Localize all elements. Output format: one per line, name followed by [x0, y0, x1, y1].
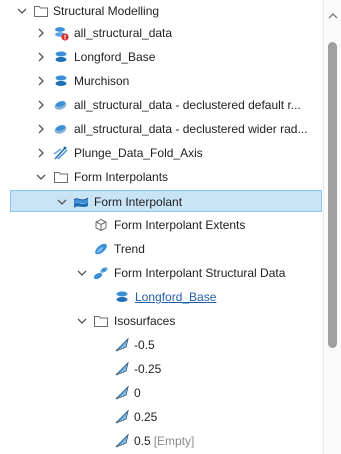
tree-node-declustered-default[interactable]: all_structural_data - declustered defaul…: [0, 94, 322, 116]
tree-node-structural-data[interactable]: Form Interpolant Structural Data: [0, 262, 322, 284]
declustered-data-icon: [53, 97, 69, 113]
tree-label: Form Interpolant Structural Data: [114, 266, 286, 280]
folder-icon: [93, 313, 109, 329]
tree-label: Form Interpolant Extents: [114, 218, 246, 232]
tree-node-plunge-data[interactable]: Plunge_Data_Fold_Axis: [0, 142, 322, 164]
tree-node-trend[interactable]: Trend: [0, 238, 322, 260]
chevron-down-icon[interactable]: [76, 267, 88, 279]
chevron-down-icon[interactable]: [16, 5, 28, 17]
structural-data-group-icon: [93, 265, 109, 281]
chevron-right-icon[interactable]: [35, 123, 47, 135]
isosurface-icon: [114, 385, 130, 401]
isosurface-icon: [114, 409, 130, 425]
trend-icon: [93, 241, 109, 257]
chevron-right-icon[interactable]: [35, 27, 47, 39]
tree-node-form-interpolant[interactable]: Form Interpolant: [10, 190, 322, 212]
vertical-scrollbar[interactable]: [323, 0, 341, 454]
extents-box-icon: [93, 217, 109, 233]
folder-icon: [33, 3, 49, 19]
tree-label: -0.25: [134, 362, 162, 376]
tree-node-isosurface[interactable]: -0.5: [0, 334, 322, 356]
tree-node-extents[interactable]: Form Interpolant Extents: [0, 214, 322, 236]
isosurface-value: 0.5: [134, 434, 151, 448]
tree-label: Murchison: [74, 74, 130, 88]
tree-node-isosurfaces[interactable]: Isosurfaces: [0, 310, 322, 332]
structural-data-icon: [114, 289, 130, 305]
tree-node-isosurface[interactable]: 0: [0, 382, 322, 404]
tree-label: -0.5: [134, 338, 155, 352]
tree-link-label[interactable]: Longford_Base: [135, 290, 216, 304]
tree-node-all-structural-data[interactable]: all_structural_data: [0, 22, 322, 44]
empty-tag: [Empty]: [153, 434, 195, 448]
structural-data-icon: [53, 49, 69, 65]
tree-label: 0.5 [Empty]: [134, 434, 194, 448]
scrollbar-thumb[interactable]: [328, 42, 337, 348]
tree-label: all_structural_data: [74, 26, 173, 40]
tree-node-isosurface[interactable]: 0.25: [0, 406, 322, 428]
lineation-data-icon: [53, 145, 69, 161]
structural-data-warning-icon: [53, 25, 69, 41]
chevron-right-icon[interactable]: [35, 75, 47, 87]
tree-label: Form Interpolants: [74, 170, 169, 184]
isosurface-icon: [114, 433, 130, 449]
chevron-down-icon[interactable]: [76, 315, 88, 327]
tree-label: Form Interpolant: [94, 195, 183, 209]
tree-label: Structural Modelling: [53, 4, 160, 18]
form-interpolant-icon: [73, 194, 89, 210]
tree-node-longford-base[interactable]: Longford_Base: [0, 46, 322, 68]
chevron-right-icon[interactable]: [35, 51, 47, 63]
tree-label: Isosurfaces: [114, 314, 176, 328]
tree-label: Plunge_Data_Fold_Axis: [74, 146, 203, 160]
tree-label: 0: [134, 386, 141, 400]
chevron-right-icon[interactable]: [35, 99, 47, 111]
tree-node-longford-base-link[interactable]: Longford_Base: [0, 286, 322, 308]
tree-node-murchison[interactable]: Murchison: [0, 70, 322, 92]
tree-node-isosurface[interactable]: -0.25: [0, 358, 322, 380]
tree-node-structural-modelling[interactable]: Structural Modelling: [0, 0, 322, 22]
structural-data-icon: [53, 73, 69, 89]
isosurface-icon: [114, 361, 130, 377]
declustered-data-icon: [53, 121, 69, 137]
chevron-down-icon[interactable]: [35, 171, 47, 183]
tree-label: 0.25: [134, 410, 158, 424]
tree-label: all_structural_data - declustered defaul…: [74, 98, 301, 112]
folder-icon: [53, 169, 69, 185]
chevron-right-icon[interactable]: [35, 147, 47, 159]
tree-label: all_structural_data - declustered wider …: [74, 122, 308, 136]
chevron-down-icon[interactable]: [56, 196, 68, 208]
tree-node-form-interpolants[interactable]: Form Interpolants: [0, 166, 322, 188]
scroll-up-arrow-icon[interactable]: [328, 8, 338, 19]
project-tree: Structural Modelling all_structural_data…: [0, 0, 322, 454]
tree-label: Trend: [114, 242, 145, 256]
tree-node-declustered-wider[interactable]: all_structural_data - declustered wider …: [0, 118, 322, 140]
tree-node-isosurface[interactable]: 0.5 [Empty]: [0, 430, 322, 452]
isosurface-icon: [114, 337, 130, 353]
tree-label: Longford_Base: [74, 50, 156, 64]
